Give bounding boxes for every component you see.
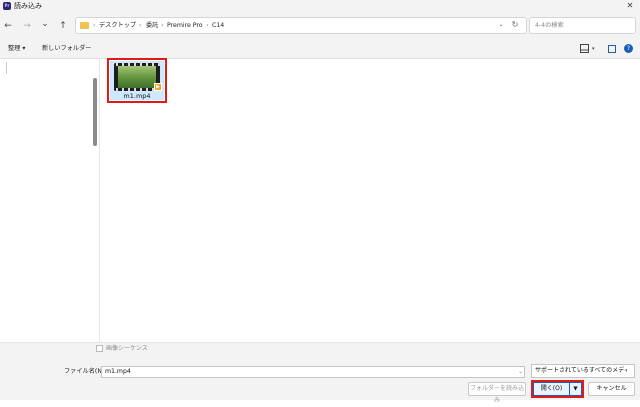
breadcrumb-desktop[interactable]: デスクトップ xyxy=(99,18,136,33)
breadcrumb-c14[interactable]: C14 xyxy=(212,18,224,33)
title-bar xyxy=(0,0,640,12)
filename-field[interactable]: m1.mp4 xyxy=(101,366,525,378)
search-placeholder: 4-4の検索 xyxy=(535,22,564,29)
folder-icon xyxy=(80,22,89,29)
recent-locations-icon[interactable]: ⌄ xyxy=(40,18,50,30)
image-sequence-label: 画像シーケンス xyxy=(106,345,148,352)
open-button-highlight-box xyxy=(531,380,584,398)
refresh-icon[interactable]: ↻ xyxy=(509,19,521,31)
new-folder-button[interactable]: 新しいフォルダー xyxy=(42,43,92,55)
image-sequence-checkbox[interactable] xyxy=(96,345,103,352)
crumb-separator: › xyxy=(206,22,209,29)
import-folder-button[interactable]: フォルダーを読み込み xyxy=(468,382,526,404)
breadcrumb-premire-pro[interactable]: Premire Pro xyxy=(167,18,203,33)
window-title: 読み込み xyxy=(14,2,42,10)
preview-pane-icon[interactable] xyxy=(608,45,616,53)
organize-button[interactable]: 整理 ▾ xyxy=(8,43,25,55)
help-icon[interactable]: ? xyxy=(624,44,633,53)
forward-arrow-icon[interactable]: → xyxy=(22,20,32,32)
close-icon[interactable]: ✕ xyxy=(624,0,636,12)
navigation-pane xyxy=(0,59,100,342)
nav-pane-indicator xyxy=(6,62,7,74)
view-options-icon[interactable] xyxy=(580,44,589,53)
address-bar[interactable] xyxy=(75,17,527,34)
address-dropdown-icon[interactable]: ⌄ xyxy=(496,19,506,31)
view-dropdown-icon[interactable]: ▾ xyxy=(592,44,595,54)
premiere-pro-icon: Pr xyxy=(3,2,11,10)
file-type-value: サポートされているすべてのメディア (* xyxy=(535,367,627,374)
up-arrow-icon[interactable]: ↑ xyxy=(58,20,68,32)
nav-pane-scrollbar[interactable] xyxy=(93,78,97,146)
back-arrow-icon[interactable]: ← xyxy=(3,20,13,32)
crumb-separator: › xyxy=(139,22,142,29)
command-bar xyxy=(0,40,640,59)
file-highlight-box xyxy=(107,58,167,103)
filename-dropdown-icon[interactable]: ⌄ xyxy=(516,366,525,378)
breadcrumb-itaku[interactable]: 委託 xyxy=(146,18,158,33)
crumb-separator: › xyxy=(161,22,164,29)
cancel-button[interactable]: キャンセル xyxy=(588,382,635,396)
crumb-separator: › xyxy=(93,22,96,29)
